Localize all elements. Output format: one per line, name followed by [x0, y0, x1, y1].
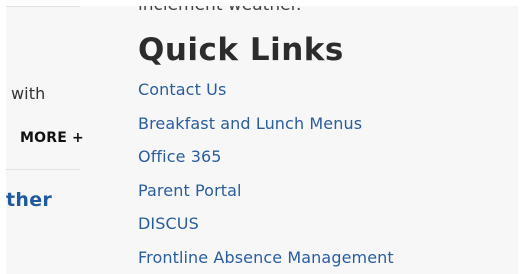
more-button[interactable]: MORE +: [20, 130, 84, 146]
list-item: DISCUS: [138, 214, 394, 248]
body-text-fragment: with: [11, 84, 46, 103]
previous-section-text: inclement weather.: [138, 6, 301, 15]
divider: [6, 6, 80, 7]
contact-us-link[interactable]: Contact Us: [138, 80, 226, 99]
list-item: Breakfast and Lunch Menus: [138, 114, 394, 148]
discus-link[interactable]: DISCUS: [138, 214, 199, 233]
frontline-absence-link[interactable]: Frontline Absence Management: [138, 248, 394, 267]
parent-portal-link[interactable]: Parent Portal: [138, 181, 242, 200]
divider: [6, 169, 80, 170]
list-item: Frontline Absence Management: [138, 248, 394, 274]
news-heading-fragment[interactable]: ther: [6, 189, 52, 211]
menus-link[interactable]: Breakfast and Lunch Menus: [138, 114, 362, 133]
list-item: Office 365: [138, 147, 394, 181]
office-365-link[interactable]: Office 365: [138, 147, 222, 166]
quick-links-section: inclement weather. Quick Links Contact U…: [138, 6, 518, 274]
content-panel: with MORE + ther inclement weather. Quic…: [6, 6, 518, 274]
list-item: Contact Us: [138, 80, 394, 114]
quick-links-list: Contact Us Breakfast and Lunch Menus Off…: [138, 80, 394, 274]
list-item: Parent Portal: [138, 181, 394, 215]
left-column: with MORE + ther: [6, 6, 86, 274]
quick-links-title: Quick Links: [138, 32, 344, 68]
